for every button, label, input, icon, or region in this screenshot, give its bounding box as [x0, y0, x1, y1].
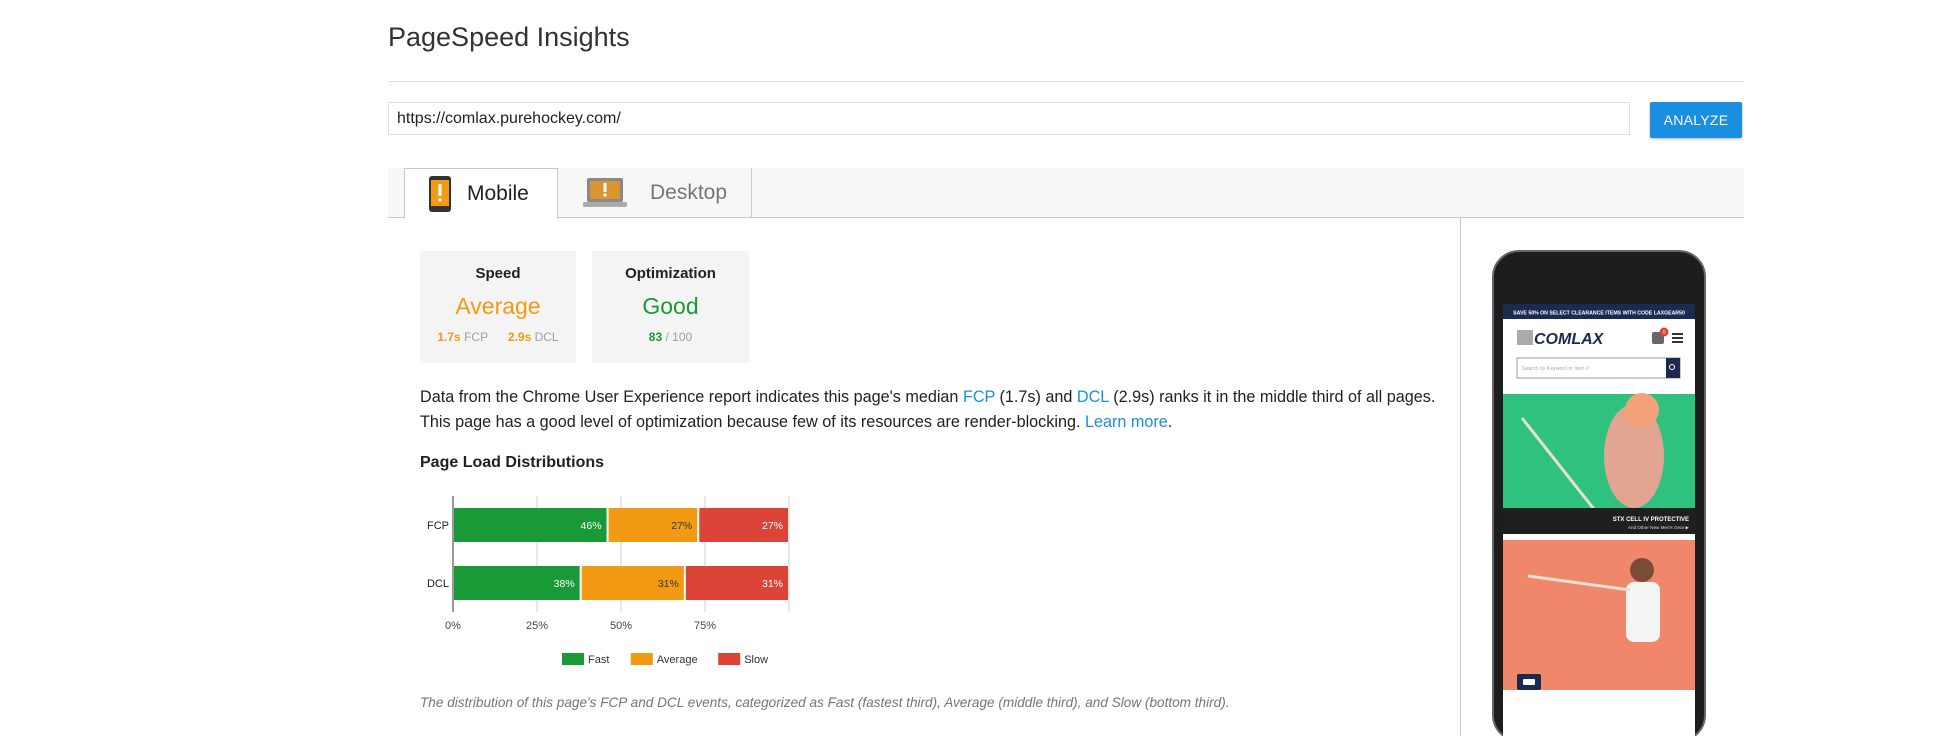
data-label: 27% [671, 520, 692, 532]
speed-value: Average [455, 293, 541, 319]
optimization-value: Good [642, 293, 699, 319]
data-label: 46% [581, 520, 602, 532]
x-tick-label: 50% [610, 620, 632, 632]
x-tick-label: 25% [526, 620, 548, 632]
dcl-value: 2.9s [507, 330, 532, 344]
summary-part4: . [1167, 413, 1173, 431]
score-suffix: / 100 [665, 330, 693, 344]
preview-hero-title: STX CELL IV PROTECTIVE [1613, 517, 1689, 523]
x-tick-label: 75% [694, 620, 716, 632]
page-load-distribution-chart: FCP 46% 27% 27% DCL 38% 31% 31% 0% 25% 50% 75% Fast A… [427, 496, 790, 666]
preview-cart-count: 0 [1663, 330, 1666, 336]
category-label: DCL [427, 578, 449, 590]
legend-label-average: Average [657, 654, 698, 666]
speed-metrics: 1.7s FCP 2.9s DCL [420, 330, 576, 344]
fcp-label: FCP [464, 330, 488, 344]
header-divider [388, 81, 1744, 82]
optimization-card: Optimization Good 83 / 100 [592, 251, 749, 363]
score-value: 83 [648, 330, 663, 344]
chart-caption: The distribution of this page's FCP and … [420, 695, 1230, 710]
device-tabs: Mobile Desktop [388, 168, 1744, 219]
data-label: 38% [554, 578, 575, 590]
fcp-value: 1.7s [437, 330, 461, 344]
mobile-phone-warning-icon [429, 175, 451, 212]
mobile-preview-screenshot: SAVE 50% ON SELECT CLEARANCE ITEMS WITH … [1492, 250, 1706, 736]
tab-desktop[interactable]: Desktop [558, 168, 752, 218]
dcl-label: DCL [534, 330, 559, 344]
summary-part2: (1.7s) and [995, 388, 1077, 406]
tab-desktop-label: Desktop [650, 181, 728, 204]
data-label: 31% [658, 578, 679, 590]
legend-label-fast: Fast [588, 654, 609, 666]
data-label: 31% [762, 578, 783, 590]
legend-label-slow: Slow [744, 654, 768, 666]
tab-mobile[interactable]: Mobile [404, 168, 558, 219]
laptop-warning-icon [583, 178, 627, 207]
analyze-button[interactable]: ANALYZE [1650, 102, 1742, 138]
speed-card: Speed Average 1.7s FCP 2.9s DCL [420, 251, 576, 363]
fcp-link[interactable]: FCP [963, 388, 995, 406]
optimization-heading: Optimization [625, 265, 716, 282]
tab-mobile-label: Mobile [467, 181, 529, 205]
data-label: 27% [762, 520, 783, 532]
legend-swatch-fast [562, 653, 584, 665]
preview-search-placeholder: Search by Keyword or Item # [1522, 366, 1589, 372]
summary-text: Data from the Chrome User Experience rep… [420, 385, 1460, 435]
x-tick-label: 0% [445, 620, 461, 632]
legend-swatch-slow [718, 653, 741, 665]
url-input[interactable] [388, 102, 1630, 135]
preview-banner: SAVE 50% ON SELECT CLEARANCE ITEMS WITH … [1513, 311, 1685, 317]
page-title: PageSpeed Insights [388, 22, 630, 52]
learn-more-link[interactable]: Learn more [1085, 413, 1168, 431]
category-label: FCP [427, 520, 449, 532]
dcl-link[interactable]: DCL [1077, 388, 1109, 406]
optimization-score: 83 / 100 [592, 330, 749, 344]
summary-part1: Data from the Chrome User Experience rep… [420, 388, 963, 406]
section-heading: Page Load Distributions [420, 454, 605, 471]
legend-swatch-average [630, 653, 653, 665]
preview-hero-sub: And Other New Men's Gear ▶ [1628, 525, 1690, 530]
preview-logo: COMLAX [1534, 331, 1605, 348]
speed-heading: Speed [475, 265, 521, 282]
preview-divider [1460, 218, 1461, 736]
